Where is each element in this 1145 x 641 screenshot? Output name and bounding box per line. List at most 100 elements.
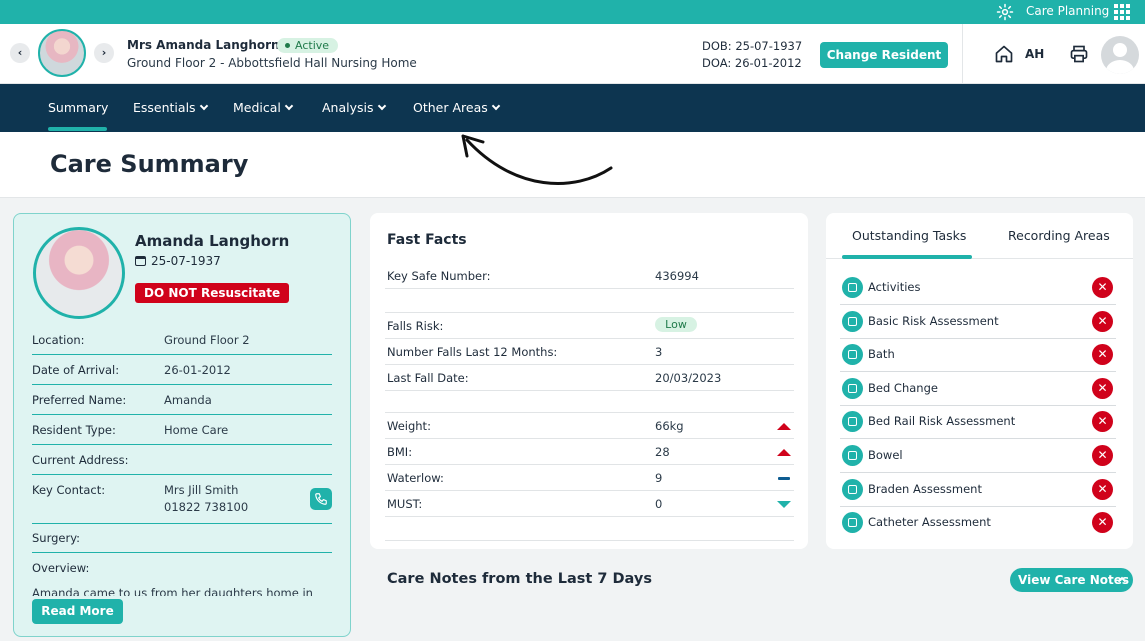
- task-item[interactable]: Bed Change ✕: [840, 372, 1116, 406]
- task-item[interactable]: Bath ✕: [840, 338, 1116, 372]
- profile-row-value: Amanda: [164, 393, 212, 407]
- task-item[interactable]: Basic Risk Assessment ✕: [840, 305, 1116, 339]
- task-item[interactable]: Bed Rail Risk Assessment ✕: [840, 405, 1116, 439]
- tasks-card: Outstanding Tasks Recording Areas Activi…: [826, 213, 1133, 549]
- nav-analysis-label: Analysis: [322, 100, 374, 115]
- bowel-icon: [842, 445, 863, 466]
- nav-summary-label: Summary: [48, 100, 109, 115]
- task-item[interactable]: Bowel ✕: [840, 439, 1116, 473]
- top-bar: Care Planning: [0, 0, 1145, 24]
- app-grid-icon[interactable]: [1114, 4, 1130, 20]
- nav-analysis[interactable]: Analysis: [322, 100, 386, 115]
- fact-label: Weight:: [387, 419, 431, 433]
- assessment-icon: [842, 512, 863, 533]
- fact-label: Number Falls Last 12 Months:: [387, 345, 558, 359]
- profile-row-label: Key Contact:: [32, 483, 106, 497]
- fact-value: 66kg: [655, 419, 684, 433]
- prev-resident-button[interactable]: ‹: [10, 43, 30, 63]
- main-nav: Summary Essentials Medical Analysis Othe…: [0, 84, 1145, 132]
- page-title: Care Summary: [50, 150, 249, 178]
- profile-row-label: Date of Arrival:: [32, 363, 120, 377]
- resident-doa: DOA: 26-01-2012: [702, 56, 802, 70]
- activities-icon: [842, 277, 863, 298]
- task-label: Bed Rail Risk Assessment: [868, 414, 1016, 428]
- task-label: Catheter Assessment: [868, 515, 991, 529]
- trend-flat-icon: [778, 477, 790, 480]
- resident-location: Ground Floor 2 - Abbottsfield Hall Nursi…: [127, 56, 417, 70]
- nav-other-areas[interactable]: Other Areas: [413, 100, 500, 115]
- fact-row-bmi: BMI: 28: [385, 439, 794, 465]
- profile-row-label: Location:: [32, 333, 85, 347]
- change-resident-button[interactable]: Change Resident: [820, 42, 948, 68]
- remove-task-button[interactable]: ✕: [1092, 479, 1113, 500]
- care-notes-title: Care Notes from the Last 7 Days: [387, 571, 652, 587]
- remove-task-button[interactable]: ✕: [1092, 512, 1113, 533]
- profile-row-label: Preferred Name:: [32, 393, 127, 407]
- view-care-notes-button[interactable]: View Care Notes: [1010, 568, 1133, 592]
- task-label: Bath: [868, 347, 895, 361]
- profile-row-preferred-name: Preferred Name: Amanda: [32, 393, 332, 415]
- profile-row-resident-type: Resident Type: Home Care: [32, 423, 332, 445]
- status-badge: Active: [277, 38, 339, 53]
- profile-row-value: Ground Floor 2: [164, 333, 250, 347]
- fast-facts-card: Fast Facts Key Safe Number: 436994 Falls…: [370, 213, 808, 549]
- task-item[interactable]: Activities ✕: [840, 271, 1116, 305]
- remove-task-button[interactable]: ✕: [1092, 378, 1113, 399]
- chevron-down-icon: [199, 101, 208, 111]
- user-initials[interactable]: AH: [1025, 47, 1044, 61]
- status-dot-icon: [285, 43, 290, 48]
- profile-photo: [33, 227, 125, 319]
- dnr-badge: DO NOT Resuscitate: [135, 283, 290, 303]
- app-name[interactable]: Care Planning: [1026, 4, 1109, 18]
- task-item[interactable]: Catheter Assessment ✕: [840, 506, 1116, 540]
- nav-essentials-label: Essentials: [133, 100, 196, 115]
- profile-row-arrival: Date of Arrival: 26-01-2012: [32, 363, 332, 385]
- gear-icon[interactable]: [996, 3, 1014, 21]
- fact-label: BMI:: [387, 445, 413, 459]
- task-label: Activities: [868, 280, 921, 294]
- fact-label: Waterlow:: [387, 471, 444, 485]
- print-icon[interactable]: [1069, 44, 1089, 64]
- nav-other-areas-label: Other Areas: [413, 100, 488, 115]
- profile-card: Amanda Langhorn 25-07-1937 DO NOT Resusc…: [13, 213, 351, 637]
- task-label: Braden Assessment: [868, 482, 982, 496]
- trend-down-icon: [777, 501, 791, 508]
- assessment-icon: [842, 479, 863, 500]
- fact-value: 28: [655, 445, 670, 459]
- resident-dob: DOB: 25-07-1937: [702, 39, 803, 53]
- nav-medical[interactable]: Medical: [233, 100, 294, 115]
- fact-label: Falls Risk:: [387, 319, 444, 333]
- profile-row-address: Current Address:: [32, 453, 332, 475]
- remove-task-button[interactable]: ✕: [1092, 411, 1113, 432]
- task-item[interactable]: Braden Assessment ✕: [840, 473, 1116, 507]
- remove-task-button[interactable]: ✕: [1092, 445, 1113, 466]
- call-contact-button[interactable]: [310, 488, 332, 510]
- bed-icon: [842, 378, 863, 399]
- nav-essentials[interactable]: Essentials: [133, 100, 208, 115]
- read-more-button[interactable]: Read More: [32, 599, 123, 624]
- profile-row-overview: Overview:: [32, 561, 332, 581]
- assessment-icon: [842, 411, 863, 432]
- nav-summary[interactable]: Summary: [48, 100, 108, 115]
- tab-outstanding-tasks[interactable]: Outstanding Tasks: [852, 228, 966, 243]
- resident-header: ‹ › Mrs Amanda Langhorn Active Ground Fl…: [0, 24, 1145, 84]
- remove-task-button[interactable]: ✕: [1092, 277, 1113, 298]
- overview-text: Amanda came to us from her daughters hom…: [32, 586, 313, 596]
- remove-task-button[interactable]: ✕: [1092, 344, 1113, 365]
- view-care-notes-label: View Care Notes: [1018, 573, 1130, 587]
- fact-row-falls-count: Number Falls Last 12 Months: 3: [385, 339, 794, 365]
- contact-name: Mrs Jill Smith: [164, 483, 239, 497]
- profile-row-label: Surgery:: [32, 531, 81, 545]
- assessment-icon: [842, 311, 863, 332]
- home-icon[interactable]: [994, 44, 1014, 64]
- fact-label: Last Fall Date:: [387, 371, 469, 385]
- task-label: Bowel: [868, 448, 903, 462]
- user-avatar[interactable]: [1101, 36, 1139, 74]
- resident-avatar: [38, 29, 86, 77]
- trend-up-icon: [777, 423, 791, 430]
- resident-name: Mrs Amanda Langhorn: [127, 38, 280, 52]
- next-resident-button[interactable]: ›: [94, 43, 114, 63]
- remove-task-button[interactable]: ✕: [1092, 311, 1113, 332]
- tab-recording-areas[interactable]: Recording Areas: [1008, 228, 1110, 243]
- fact-separator: [385, 540, 794, 541]
